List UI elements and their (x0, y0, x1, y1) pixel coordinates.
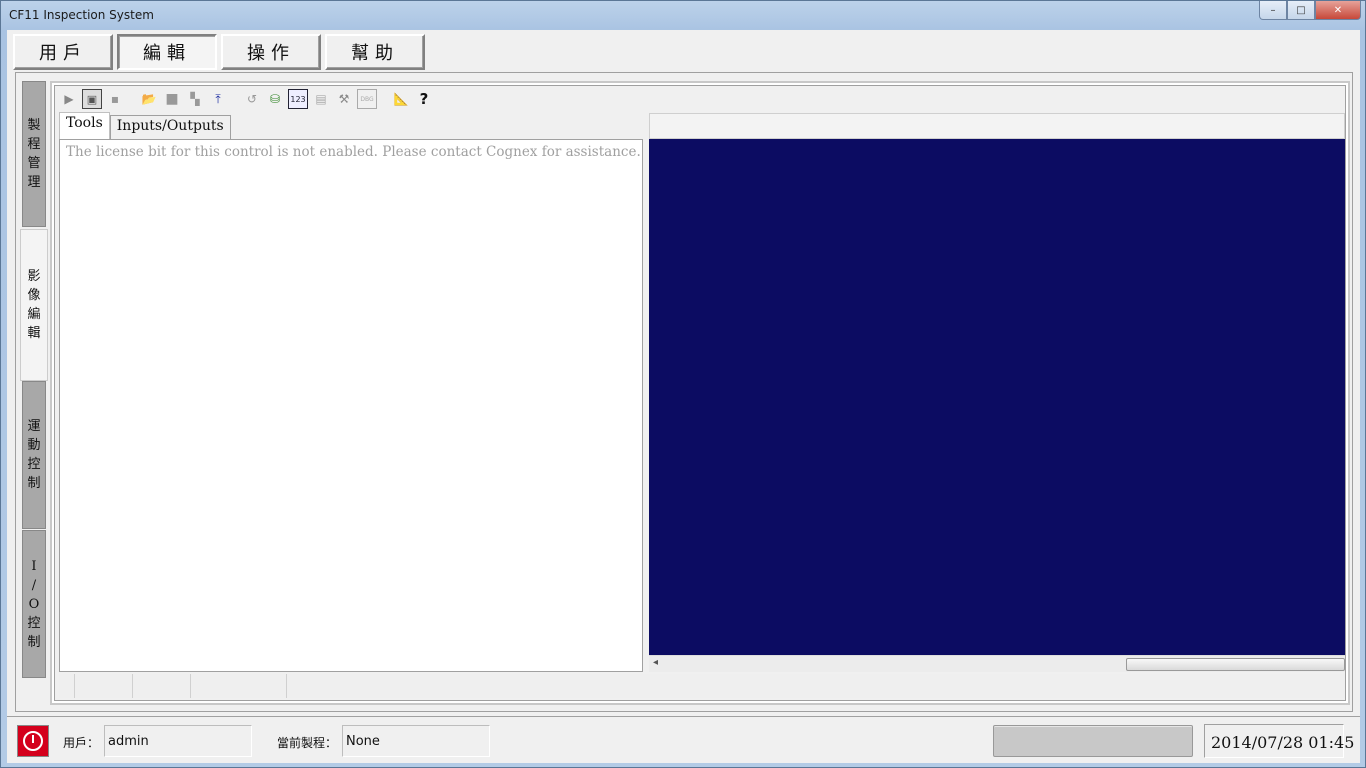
display-horizontal-scrollbar[interactable]: ◂ (649, 655, 1345, 672)
app-window: CF11 Inspection System – □ ✕ 用戶 編輯 操作 幫助… (0, 0, 1366, 768)
client-area: 用戶 編輯 操作 幫助 製程管理 影像編輯 運動控制 I / O 控制 ▶ ▣ ▪ (7, 30, 1360, 763)
display-header (649, 113, 1345, 139)
maximize-button[interactable]: □ (1287, 1, 1315, 20)
menu-help-button[interactable]: 幫助 (325, 34, 425, 70)
database-icon[interactable]: ⛁ (265, 89, 285, 109)
main-menu: 用戶 編輯 操作 幫助 (13, 34, 429, 70)
side-tab-char: 運 (27, 419, 41, 434)
menu-user-button[interactable]: 用戶 (13, 34, 113, 70)
side-tab-char: 輯 (27, 326, 41, 341)
side-tab-char: O (28, 596, 40, 612)
side-tab-char: / (31, 577, 37, 593)
tools-tabs: Tools Inputs/Outputs (59, 112, 231, 139)
scrollbar-thumb[interactable] (1126, 658, 1345, 671)
window-controls: – □ ✕ (1259, 1, 1361, 20)
menu-operate-button[interactable]: 操作 (221, 34, 321, 70)
user-field: admin (104, 725, 252, 757)
display-icon[interactable]: ▣ (82, 89, 102, 109)
link-icon[interactable]: ▚ (185, 89, 205, 109)
side-tab-char: 像 (27, 288, 41, 303)
side-tab-motion[interactable]: 運動控制 (22, 381, 46, 529)
tools-pane: The license bit for this control is not … (59, 139, 643, 672)
side-tab-char: 動 (27, 438, 41, 453)
image-display[interactable] (649, 139, 1345, 655)
stop-icon[interactable]: ■ (162, 89, 182, 109)
side-tab-process[interactable]: 製程管理 (22, 81, 46, 227)
menu-edit-button[interactable]: 編輯 (117, 34, 217, 70)
license-message: The license bit for this control is not … (66, 144, 641, 160)
toolbar-separator (231, 89, 239, 109)
side-tab-char: 影 (27, 269, 41, 284)
tab-tools[interactable]: Tools (59, 112, 110, 139)
undo-icon[interactable]: ↺ (242, 89, 262, 109)
numeric-icon[interactable]: 123 (288, 89, 308, 109)
side-tab-char: 制 (27, 634, 41, 650)
toolbar-separator (128, 89, 136, 109)
side-tab-char: 控 (27, 457, 41, 472)
side-tab-char: 制 (27, 476, 41, 491)
editor-frame: ▶ ▣ ▪ 📂 ■ ▚ ⤒ ↺ ⛁ 123 ▤ ⚒ DBG 📐 ? Tools … (54, 85, 1346, 701)
debug-icon[interactable]: DBG (357, 89, 377, 109)
side-tab-char: 理 (27, 175, 41, 190)
side-tab-char: 控 (27, 615, 41, 631)
ruler-icon[interactable]: 📐 (391, 89, 411, 109)
vision-editor: ▶ ▣ ▪ 📂 ■ ▚ ⤒ ↺ ⛁ 123 ▤ ⚒ DBG 📐 ? Tools … (50, 81, 1350, 705)
process-field: None (342, 725, 490, 757)
minimize-button[interactable]: – (1259, 1, 1287, 20)
side-tab-char: I (31, 558, 37, 574)
open-folder-icon[interactable]: 📂 (139, 89, 159, 109)
status-cell (75, 674, 133, 698)
main-panel: 製程管理 影像編輯 運動控制 I / O 控制 ▶ ▣ ▪ 📂 ■ ▚ ⤒ ↺ … (15, 72, 1353, 712)
record-icon[interactable]: ▪ (105, 89, 125, 109)
title-bar[interactable]: CF11 Inspection System – □ ✕ (1, 1, 1366, 30)
side-tab-io[interactable]: I / O 控制 (22, 530, 46, 678)
side-tab-char: 管 (27, 156, 41, 171)
bottom-status-bar: 用戶： admin 當前製程： None 2014/07/28 01:45 (7, 716, 1360, 760)
status-cell (191, 674, 287, 698)
form-icon[interactable]: ▤ (311, 89, 331, 109)
process-label: 當前製程： (277, 736, 338, 750)
side-tab-char: 編 (27, 307, 41, 322)
status-cell (133, 674, 191, 698)
side-tab-char: 製 (27, 118, 41, 133)
progress-bar (993, 725, 1193, 757)
datetime-display: 2014/07/28 01:45 (1204, 724, 1354, 758)
scroll-left-arrow-icon[interactable]: ◂ (653, 657, 658, 668)
close-button[interactable]: ✕ (1315, 1, 1361, 20)
toolbar-separator (380, 89, 388, 109)
power-button[interactable] (17, 725, 49, 757)
side-tab-image-edit[interactable]: 影像編輯 (20, 229, 48, 381)
side-tab-char: 程 (27, 137, 41, 152)
tools-icon[interactable]: ⚒ (334, 89, 354, 109)
user-label: 用戶： (63, 736, 100, 750)
tab-inputs-outputs[interactable]: Inputs/Outputs (109, 115, 231, 139)
editor-toolbar: ▶ ▣ ▪ 📂 ■ ▚ ⤒ ↺ ⛁ 123 ▤ ⚒ DBG 📐 ? (55, 86, 1345, 112)
import-icon[interactable]: ⤒ (208, 89, 228, 109)
window-title: CF11 Inspection System (9, 8, 154, 22)
editor-status-strip (59, 674, 1345, 698)
power-icon (23, 731, 43, 751)
help-icon[interactable]: ? (414, 89, 434, 109)
status-cell (59, 674, 75, 698)
run-icon[interactable]: ▶ (59, 89, 79, 109)
